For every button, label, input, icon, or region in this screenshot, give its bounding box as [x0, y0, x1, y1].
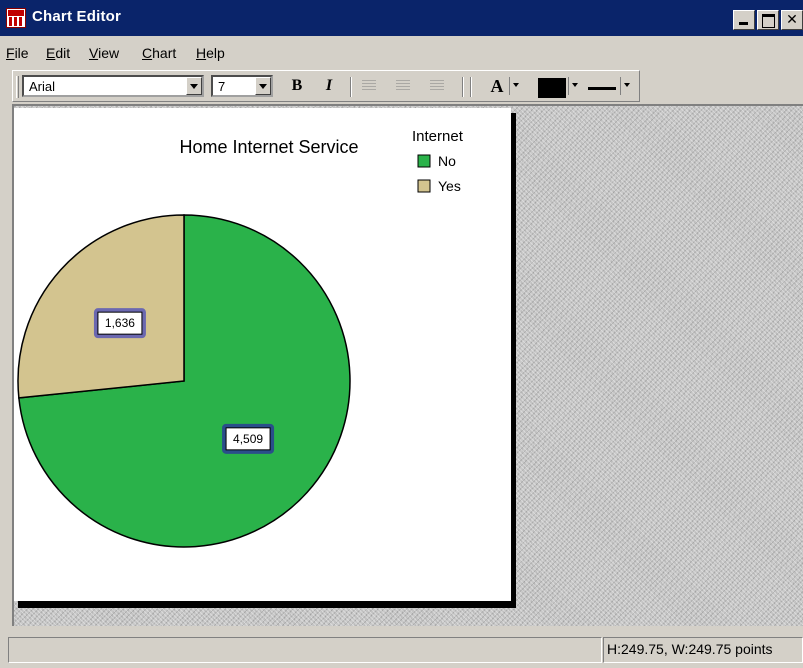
data-label-text: 4,509: [233, 432, 263, 446]
window-title: Chart Editor: [32, 8, 122, 25]
align-left-icon[interactable]: [362, 80, 376, 92]
fill-color-dropdown-icon[interactable]: [572, 83, 578, 87]
menu-chart[interactable]: Chart: [142, 45, 176, 61]
menu-view[interactable]: View: [89, 45, 119, 61]
line-style-button[interactable]: [588, 87, 616, 90]
close-button[interactable]: ✕: [781, 10, 803, 30]
font-size-combo[interactable]: 7: [211, 75, 273, 97]
toolbar-separator: [470, 77, 472, 97]
status-dimensions: H:249.75, W:249.75 points: [603, 637, 803, 663]
menu-bar: File Edit View Chart Help: [0, 42, 803, 66]
minimize-button[interactable]: [733, 10, 755, 30]
status-bar: H:249.75, W:249.75 points: [0, 630, 803, 668]
legend-swatch-no[interactable]: [417, 154, 431, 168]
text-color-button[interactable]: A: [486, 75, 508, 97]
data-label-text: 1,636: [105, 316, 135, 330]
bold-button[interactable]: B: [286, 75, 308, 97]
align-right-icon[interactable]: [430, 80, 444, 92]
toolbar-separator: [462, 77, 464, 97]
italic-button[interactable]: I: [318, 75, 340, 97]
legend-title: Internet: [412, 128, 464, 145]
line-style-dropdown-icon[interactable]: [624, 83, 630, 87]
text-color-dropdown-icon[interactable]: [513, 83, 519, 87]
font-name-value: Arial: [29, 79, 56, 94]
fill-color-button[interactable]: [538, 78, 566, 98]
data-label-no[interactable]: 4,509: [222, 423, 275, 454]
title-bar: Chart Editor ✕: [0, 0, 803, 36]
font-name-dropdown-icon[interactable]: [186, 77, 202, 95]
menu-file[interactable]: File: [6, 45, 29, 61]
maximize-button[interactable]: [757, 10, 779, 30]
legend[interactable]: No Yes: [417, 153, 461, 194]
status-message: [8, 637, 602, 663]
align-center-icon[interactable]: [396, 80, 410, 92]
chart-title: Home Internet Service: [179, 137, 358, 157]
toolbar-separator: [350, 77, 352, 97]
font-size-value: 7: [218, 79, 226, 94]
pie-slices[interactable]: [17, 214, 351, 548]
legend-swatch-yes[interactable]: [417, 179, 431, 193]
menu-help[interactable]: Help: [196, 45, 225, 61]
toolbar-grip[interactable]: [16, 76, 19, 98]
legend-label-yes[interactable]: Yes: [438, 178, 461, 194]
pie-slice-yes[interactable]: [17, 214, 185, 399]
menu-edit[interactable]: Edit: [46, 45, 70, 61]
chart-editor-app-icon[interactable]: [6, 8, 26, 28]
formatting-toolbar: Arial 7 B I A: [0, 68, 803, 104]
pie-chart[interactable]: Home Internet Service Internet No Yes 4,5…: [14, 108, 511, 601]
font-name-combo[interactable]: Arial: [22, 75, 204, 97]
legend-label-no[interactable]: No: [438, 153, 456, 169]
font-size-dropdown-icon[interactable]: [255, 77, 271, 95]
data-label-yes[interactable]: 1,636: [93, 308, 146, 339]
